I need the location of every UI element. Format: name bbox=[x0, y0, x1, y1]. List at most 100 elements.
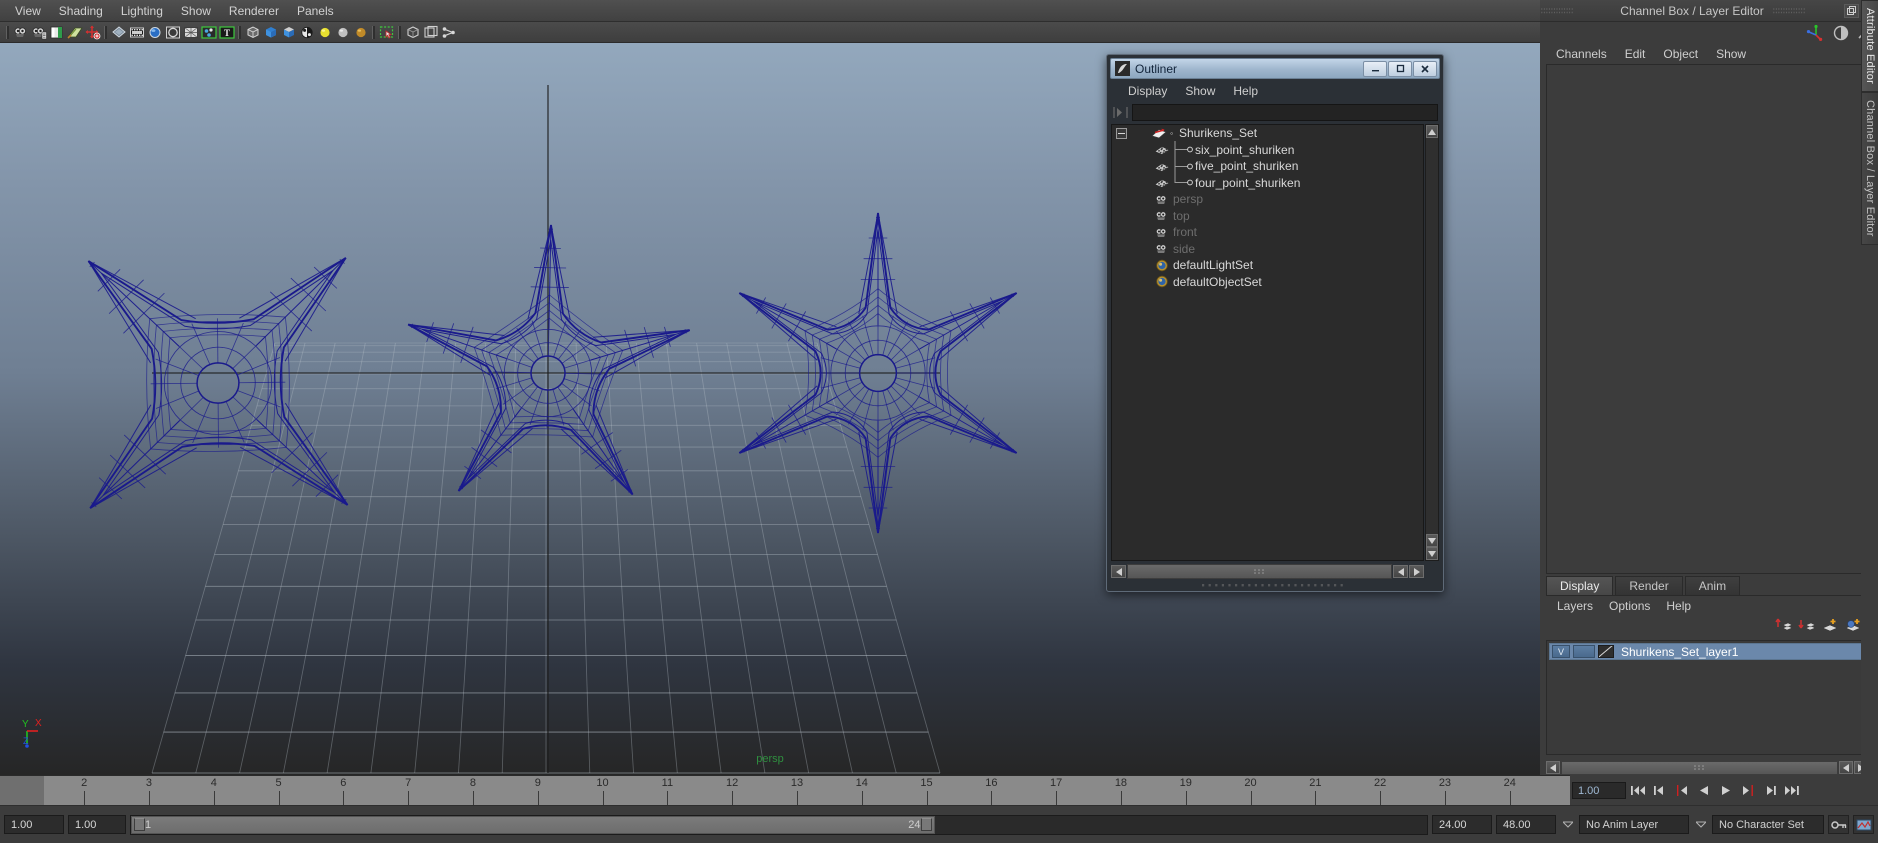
light-yellow-icon[interactable] bbox=[316, 24, 333, 41]
outliner-menu-show[interactable]: Show bbox=[1177, 83, 1223, 99]
menu-item-show[interactable]: Show bbox=[172, 2, 220, 20]
isolate-select-icon[interactable] bbox=[404, 24, 421, 41]
range-slider-thumb[interactable]: 1 24 bbox=[131, 815, 935, 834]
outliner-vertical-scrollbar[interactable] bbox=[1425, 124, 1439, 561]
range-slider[interactable]: 1 24 bbox=[130, 814, 1428, 835]
scroll-thumb[interactable] bbox=[1426, 138, 1438, 534]
channel-box-content[interactable] bbox=[1546, 64, 1868, 574]
half-circle-icon[interactable] bbox=[1833, 25, 1849, 41]
move-tool-icon[interactable] bbox=[84, 24, 101, 41]
outliner-item-side[interactable]: side bbox=[1112, 241, 1423, 258]
outliner-tree[interactable]: Shurikens_Set six_point_shuriken five_poin… bbox=[1111, 124, 1424, 561]
menu-item-renderer[interactable]: Renderer bbox=[220, 2, 288, 20]
bounding-box-icon[interactable] bbox=[422, 24, 439, 41]
side-tab-attribute-editor[interactable]: Attribute Editor bbox=[1861, 0, 1878, 92]
menu-item-shading[interactable]: Shading bbox=[50, 2, 112, 20]
resolution-gate-icon[interactable] bbox=[164, 24, 181, 41]
paint-icon[interactable] bbox=[66, 24, 83, 41]
outliner-window[interactable]: Outliner Display Show Help Shurikens_Set… bbox=[1106, 54, 1444, 592]
scroll-down-button-2[interactable] bbox=[1426, 547, 1438, 560]
layer-menu-options[interactable]: Options bbox=[1602, 598, 1657, 614]
layer-scroll-left-button-2[interactable] bbox=[1839, 761, 1853, 774]
wireframe-icon[interactable] bbox=[244, 24, 261, 41]
grid-display-icon[interactable] bbox=[200, 24, 217, 41]
film-gate-icon[interactable] bbox=[128, 24, 145, 41]
smooth-shade-icon[interactable] bbox=[262, 24, 279, 41]
axis-gizmo-icon[interactable] bbox=[1806, 24, 1826, 42]
outliner-item-six_point_shuriken[interactable]: six_point_shuriken bbox=[1112, 141, 1423, 159]
range-start-handle[interactable] bbox=[134, 818, 145, 831]
menu-item-lighting[interactable]: Lighting bbox=[112, 2, 172, 20]
selection-marquee-icon[interactable] bbox=[378, 24, 395, 41]
step-back-frame-button[interactable] bbox=[1672, 781, 1692, 800]
outliner-item-front[interactable]: front bbox=[1112, 224, 1423, 241]
chevron-down-icon[interactable] bbox=[1560, 815, 1575, 834]
expand-collapse-toggle[interactable] bbox=[1116, 127, 1127, 139]
outliner-item-shurikens_set[interactable]: Shurikens_Set bbox=[1112, 125, 1423, 142]
channelbox-menu-object[interactable]: Object bbox=[1655, 46, 1706, 62]
layer-tab-render[interactable]: Render bbox=[1615, 576, 1683, 595]
maximize-button[interactable] bbox=[1388, 60, 1412, 77]
hardware-texture-icon[interactable] bbox=[146, 24, 163, 41]
book-icon[interactable] bbox=[48, 24, 65, 41]
layer-color-swatch[interactable] bbox=[1598, 645, 1614, 658]
scroll-track[interactable] bbox=[1127, 564, 1392, 579]
step-forward-frame-button[interactable] bbox=[1738, 781, 1758, 800]
step-back-keyframe-button[interactable] bbox=[1650, 781, 1670, 800]
layer-menu-layers[interactable]: Layers bbox=[1550, 598, 1600, 614]
outliner-item-persp[interactable]: persp bbox=[1112, 191, 1423, 208]
layer-horizontal-scrollbar[interactable] bbox=[1546, 760, 1868, 775]
texture-sphere-icon[interactable] bbox=[298, 24, 315, 41]
outliner-item-five_point_shuriken[interactable]: five_point_shuriken bbox=[1112, 157, 1423, 175]
scroll-up-button[interactable] bbox=[1426, 125, 1438, 138]
scroll-right-button[interactable] bbox=[1409, 565, 1424, 578]
camera-attributes-icon[interactable] bbox=[30, 24, 47, 41]
side-tab-channel-box[interactable]: Channel Box / Layer Editor bbox=[1861, 91, 1878, 245]
menu-item-view[interactable]: View bbox=[6, 2, 50, 20]
shaded-mode-icon[interactable] bbox=[110, 24, 127, 41]
play-backwards-button[interactable] bbox=[1694, 781, 1714, 800]
scroll-left-button[interactable] bbox=[1111, 565, 1126, 578]
play-forwards-button[interactable] bbox=[1716, 781, 1736, 800]
outliner-item-four_point_shuriken[interactable]: four_point_shuriken bbox=[1112, 174, 1423, 192]
light-gold-icon[interactable] bbox=[352, 24, 369, 41]
range-start-field[interactable]: 1.00 bbox=[4, 815, 64, 834]
chevron-down-icon-2[interactable] bbox=[1693, 815, 1708, 834]
step-forward-keyframe-button[interactable] bbox=[1760, 781, 1780, 800]
layer-tab-display[interactable]: Display bbox=[1546, 576, 1614, 595]
xray-icon[interactable] bbox=[182, 24, 199, 41]
outliner-item-defaultlightset[interactable]: defaultLightSet bbox=[1112, 257, 1423, 274]
drag-grip-icon[interactable] bbox=[1540, 7, 1612, 15]
layer-playback-toggle[interactable] bbox=[1573, 645, 1595, 658]
channelbox-menu-edit[interactable]: Edit bbox=[1617, 46, 1654, 62]
animation-preferences-icon[interactable] bbox=[1853, 815, 1874, 834]
scroll-left-button-2[interactable] bbox=[1393, 565, 1408, 578]
outliner-menu-help[interactable]: Help bbox=[1225, 83, 1266, 99]
channelbox-menu-show[interactable]: Show bbox=[1708, 46, 1754, 62]
range-end-handle[interactable] bbox=[920, 818, 932, 831]
new-layer-icon[interactable] bbox=[1821, 618, 1839, 633]
layer-scroll-track[interactable] bbox=[1561, 760, 1838, 775]
go-to-start-button[interactable] bbox=[1628, 781, 1648, 800]
layer-scroll-left-button[interactable] bbox=[1546, 761, 1560, 774]
layer-menu-help[interactable]: Help bbox=[1659, 598, 1698, 614]
resize-grip-icon[interactable] bbox=[1200, 583, 1350, 588]
character-set-field[interactable]: No Character Set bbox=[1712, 815, 1824, 834]
menu-item-panels[interactable]: Panels bbox=[288, 2, 343, 20]
outliner-filter-icon[interactable] bbox=[1112, 104, 1129, 120]
minimize-button[interactable] bbox=[1363, 60, 1387, 77]
outliner-search-input[interactable] bbox=[1132, 103, 1438, 121]
node-graph-icon[interactable] bbox=[440, 24, 457, 41]
close-button[interactable] bbox=[1413, 60, 1437, 77]
move-layer-up-icon[interactable] bbox=[1775, 618, 1793, 633]
anim-start-field[interactable]: 1.00 bbox=[68, 815, 126, 834]
go-to-end-button[interactable] bbox=[1782, 781, 1802, 800]
outliner-horizontal-scrollbar[interactable] bbox=[1111, 564, 1424, 579]
text-display-icon[interactable]: T bbox=[218, 24, 235, 41]
move-layer-down-icon[interactable] bbox=[1798, 618, 1816, 633]
layer-visibility-toggle[interactable]: V bbox=[1552, 645, 1570, 658]
outliner-menu-display[interactable]: Display bbox=[1120, 83, 1175, 99]
anim-end-field[interactable]: 48.00 bbox=[1496, 815, 1556, 834]
anim-layer-field[interactable]: No Anim Layer bbox=[1579, 815, 1689, 834]
layer-list[interactable]: V Shurikens_Set_layer1 bbox=[1546, 640, 1868, 755]
